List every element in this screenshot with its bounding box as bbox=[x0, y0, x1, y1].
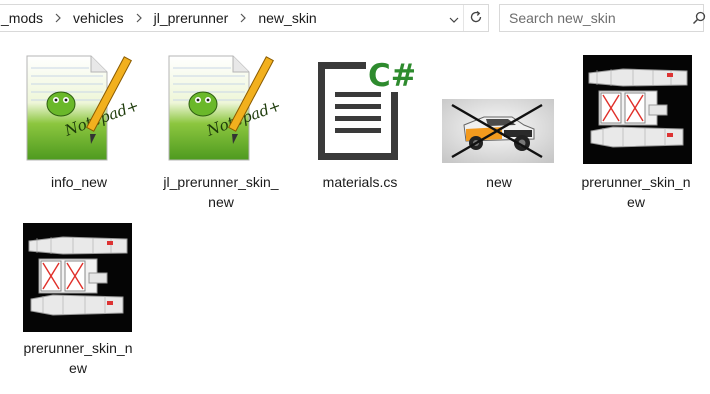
file-item[interactable]: prerunner_skin_n ew bbox=[20, 221, 136, 381]
file-label: info_new bbox=[21, 172, 137, 192]
file-item[interactable]: new bbox=[441, 52, 557, 202]
file-label-line: jl_prerunner_skin_ bbox=[163, 174, 279, 190]
notepadpp-file-icon: Notepad++ bbox=[26, 55, 138, 161]
file-label-line: prerunner_skin_n bbox=[581, 174, 691, 190]
search-icon[interactable] bbox=[692, 5, 706, 31]
chevron-down-icon bbox=[449, 10, 459, 26]
file-label: new bbox=[441, 172, 557, 192]
notepadpp-file-icon: Notepad++ bbox=[168, 55, 280, 161]
file-item[interactable]: C# materials.cs bbox=[302, 52, 418, 202]
file-label: jl_prerunner_skin_ new bbox=[163, 172, 279, 212]
breadcrumb-mods[interactable]: _mods bbox=[0, 10, 46, 26]
file-label: prerunner_skin_n ew bbox=[20, 338, 136, 378]
chevron-right-icon[interactable] bbox=[46, 13, 70, 23]
file-label-line: new bbox=[208, 194, 234, 210]
search-box[interactable] bbox=[499, 4, 706, 32]
address-history-dropdown[interactable] bbox=[444, 5, 464, 31]
svg-text:C#: C# bbox=[368, 58, 414, 94]
file-label-line: prerunner_skin_n bbox=[23, 340, 133, 356]
file-label-line: info_new bbox=[50, 174, 108, 190]
breadcrumb-jl-prerunner[interactable]: jl_prerunner bbox=[151, 10, 232, 26]
refresh-icon bbox=[469, 10, 483, 27]
chevron-right-icon[interactable] bbox=[127, 13, 151, 23]
chevron-right-icon[interactable] bbox=[231, 13, 255, 23]
file-label: prerunner_skin_n ew bbox=[578, 172, 694, 212]
search-input[interactable] bbox=[500, 9, 692, 27]
file-label-line: new bbox=[486, 174, 512, 190]
address-bar[interactable]: _mods vehicles jl_prerunner new_skin bbox=[0, 4, 489, 32]
file-item[interactable]: Notepad++ info_new bbox=[21, 52, 138, 202]
breadcrumb-new-skin[interactable]: new_skin bbox=[255, 10, 319, 26]
file-label: materials.cs bbox=[302, 172, 418, 192]
file-item[interactable]: prerunner_skin_n ew bbox=[578, 52, 694, 212]
file-label-line: ew bbox=[627, 194, 645, 210]
skin-texture-image bbox=[583, 55, 692, 164]
csharp-file-icon: C# bbox=[318, 56, 414, 160]
refresh-button[interactable] bbox=[463, 5, 488, 31]
skin-texture-image bbox=[23, 223, 132, 332]
toolbar: _mods vehicles jl_prerunner new_skin bbox=[0, 0, 710, 37]
file-label-line: materials.cs bbox=[322, 174, 398, 190]
file-label-line: ew bbox=[69, 360, 87, 376]
truck-preview-image bbox=[442, 99, 554, 163]
breadcrumb-vehicles[interactable]: vehicles bbox=[70, 10, 127, 26]
file-item[interactable]: Notepad++ jl_prerunner_skin_ new bbox=[163, 52, 280, 212]
